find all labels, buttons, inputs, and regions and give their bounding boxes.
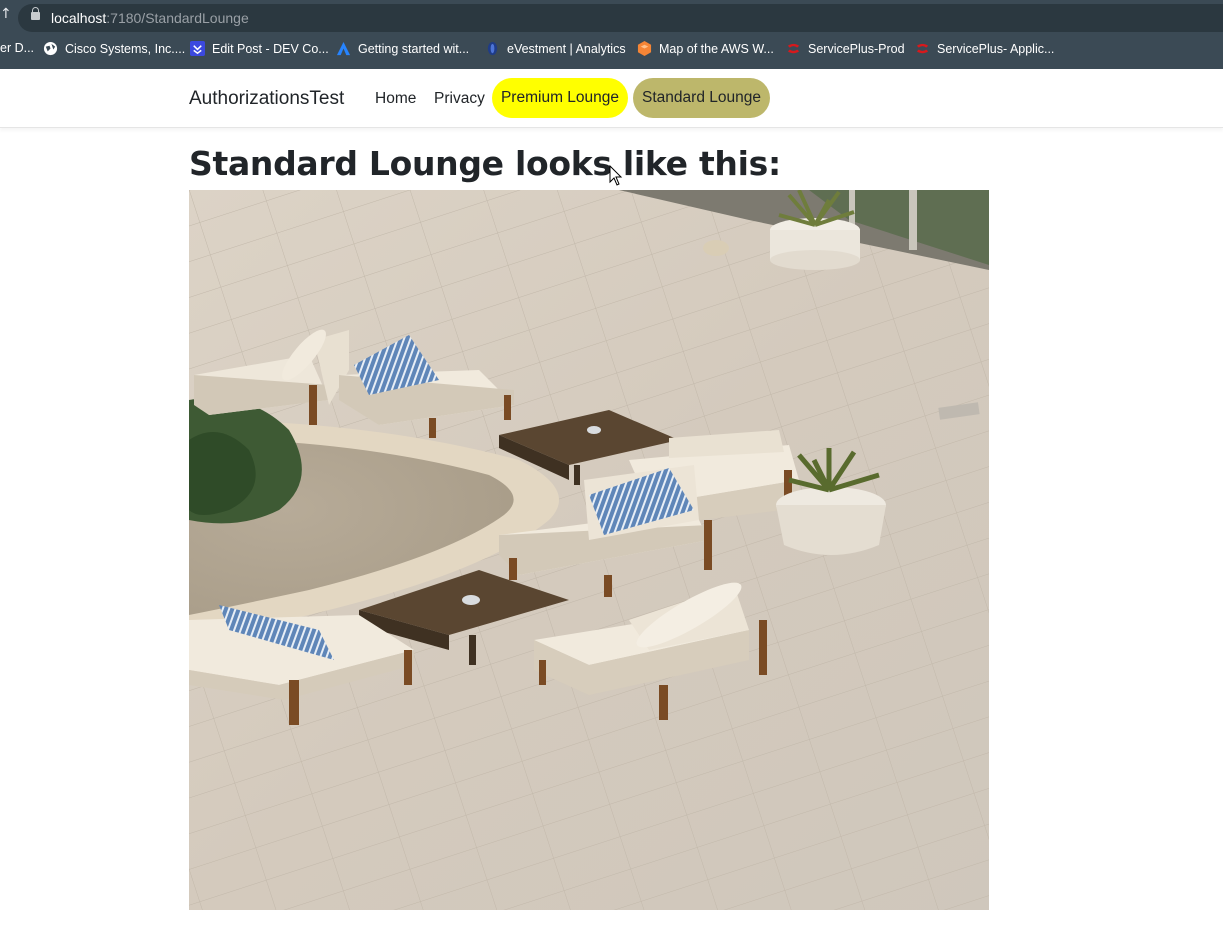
aws-icon	[637, 41, 652, 56]
globe-icon	[43, 41, 58, 56]
bookmark-label: Getting started wit...	[358, 41, 470, 56]
bookmark-label: ServicePlus-Prod	[808, 41, 905, 56]
bookmark-label: er D...	[0, 41, 35, 55]
mouse-cursor-icon	[609, 165, 623, 186]
bookmark-label: ServicePlus- Applic...	[937, 41, 1055, 56]
evestment-icon	[487, 41, 498, 56]
serviceplus-icon	[916, 43, 929, 54]
bookmark-label: Edit Post - DEV Co...	[212, 41, 329, 56]
serviceplus-icon	[787, 43, 800, 54]
bookmark-label: eVestment | Analytics	[507, 41, 626, 56]
bookmark-label: Map of the AWS W...	[659, 41, 774, 56]
bookmark-item[interactable]: eVestment | Analytics	[485, 41, 626, 56]
bookmark-label: Cisco Systems, Inc....	[65, 41, 186, 56]
nav-home-link[interactable]: Home	[375, 90, 416, 108]
bookmark-item[interactable]: Cisco Systems, Inc....	[43, 41, 185, 56]
browser-chrome: ↑ localhost:7180/StandardLounge er D... …	[0, 0, 1223, 69]
bookmark-item[interactable]: er D...	[0, 41, 34, 55]
bookmark-item[interactable]: Getting started wit...	[336, 41, 469, 56]
lock-icon[interactable]	[31, 7, 40, 20]
lounge-photo	[189, 190, 989, 910]
url-text[interactable]: localhost:7180/StandardLounge	[51, 10, 249, 26]
bookmark-item[interactable]: ServicePlus-Prod	[786, 41, 905, 56]
brand-link[interactable]: AuthorizationsTest	[189, 88, 344, 110]
page-title: Standard Lounge looks like this:	[189, 144, 781, 183]
bookmark-item[interactable]: Map of the AWS W...	[637, 41, 774, 56]
nav-premium-lounge-link[interactable]: Premium Lounge	[492, 78, 628, 118]
atlassian-icon	[336, 41, 351, 56]
bookmarks-bar: er D... Cisco Systems, Inc.... Edit Post…	[0, 38, 1223, 62]
back-arrow-icon[interactable]: ↑	[0, 6, 12, 22]
nav-privacy-link[interactable]: Privacy	[434, 90, 485, 108]
nav-standard-lounge-link[interactable]: Standard Lounge	[633, 78, 770, 118]
dev-icon	[190, 41, 205, 56]
bookmark-item[interactable]: Edit Post - DEV Co...	[190, 41, 329, 56]
bookmark-item[interactable]: ServicePlus- Applic...	[915, 41, 1054, 56]
app-navbar: AuthorizationsTest Home Privacy Premium …	[0, 69, 1223, 128]
